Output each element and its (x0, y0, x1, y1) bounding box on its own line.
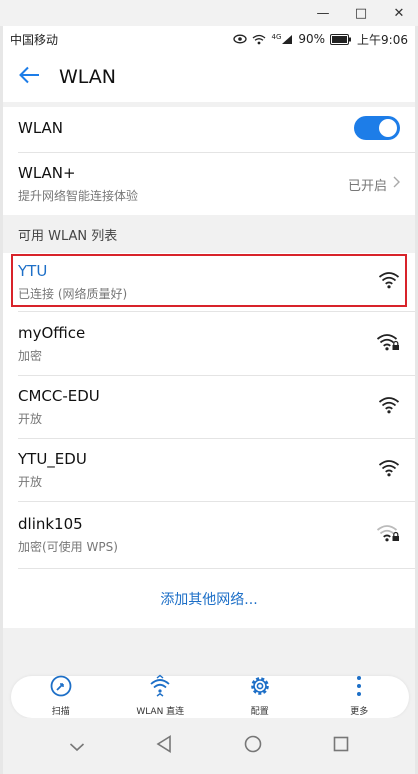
config-button[interactable]: 配置 (215, 674, 305, 717)
network-ssid: dlink105 (18, 515, 83, 533)
close-button[interactable]: ✕ (380, 0, 418, 26)
wlan-toggle-label: WLAN (18, 119, 64, 137)
wifi-status-icon (252, 34, 266, 45)
eye-comfort-icon (233, 34, 248, 44)
scan-label: 扫描 (51, 706, 70, 717)
bottom-action-bar: 扫描 WLAN 直连 配置 更多 (11, 674, 409, 718)
network-status: 开放 (18, 475, 43, 489)
wifi-weak-locked-icon (376, 524, 400, 546)
page-title: WLAN (59, 66, 117, 88)
more-label: 更多 (350, 706, 369, 717)
divider (18, 568, 415, 569)
wifi-direct-icon (148, 674, 172, 702)
home-circle-icon[interactable] (244, 735, 262, 757)
wlan-direct-label: WLAN 直连 (136, 706, 185, 717)
network-ssid: myOffice (18, 323, 86, 342)
network-status: 开放 (18, 412, 43, 426)
network-type-label: 4G (271, 32, 282, 41)
network-row-cmcc-edu[interactable]: CMCC-EDU 开放 (3, 376, 415, 438)
network-ssid: YTU_EDU (18, 450, 87, 468)
network-row-ytu-edu[interactable]: YTU_EDU 开放 (3, 439, 415, 501)
minimize-button[interactable]: — (304, 0, 342, 26)
wifi-locked-icon (376, 333, 400, 355)
system-navigation-bar (3, 718, 415, 774)
wlan-plus-row[interactable]: WLAN+ 提升网络智能连接体验 已开启 (3, 153, 415, 215)
scan-button[interactable]: 扫描 (16, 674, 106, 717)
network-row-myoffice[interactable]: myOffice 加密 (3, 312, 415, 375)
scan-icon (49, 674, 73, 702)
recents-square-icon[interactable] (333, 736, 349, 756)
back-triangle-icon[interactable] (156, 735, 172, 757)
back-button[interactable] (3, 52, 55, 102)
config-label: 配置 (250, 706, 269, 717)
wifi-signal-icon (378, 459, 400, 481)
signal-icon (281, 34, 293, 45)
more-button[interactable]: 更多 (314, 674, 404, 717)
network-status: 加密 (18, 348, 43, 363)
list-header-band: 可用 WLAN 列表 (3, 215, 415, 253)
network-status: 加密(可使用 WPS) (18, 540, 118, 554)
network-row-dlink105[interactable]: dlink105 加密(可使用 WPS) (3, 502, 415, 568)
window-title-bar: — □ ✕ (0, 0, 418, 26)
gear-icon (248, 674, 272, 702)
add-other-network-link[interactable]: 添加其他网络... (3, 575, 415, 623)
chevron-right-icon (393, 176, 400, 192)
carrier-label: 中国移动 (10, 32, 59, 47)
clock: 上午9:06 (357, 32, 408, 47)
battery-percent: 90% (298, 32, 326, 46)
wlan-toggle-row[interactable]: WLAN (3, 107, 415, 149)
back-arrow-icon (18, 66, 40, 88)
more-icon (347, 674, 371, 702)
maximize-button[interactable]: □ (342, 0, 380, 26)
battery-icon (330, 33, 352, 45)
wlan-plus-label: WLAN+ (18, 164, 76, 182)
status-bar: 中国移动 4G 90% 上午9:06 (3, 26, 415, 52)
toggle-knob (379, 119, 397, 137)
network-ssid: CMCC-EDU (18, 387, 100, 405)
wlan-plus-description: 提升网络智能连接体验 (18, 189, 139, 203)
wlan-plus-status: 已开启 (347, 178, 387, 194)
wlan-toggle-switch[interactable] (354, 116, 400, 140)
list-header: 可用 WLAN 列表 (18, 228, 118, 244)
toolbar: WLAN (3, 52, 415, 102)
wlan-direct-button[interactable]: WLAN 直连 (115, 674, 205, 717)
wifi-signal-icon (378, 396, 400, 418)
selected-network-highlight (11, 254, 407, 307)
chevron-down-icon[interactable] (69, 737, 85, 756)
